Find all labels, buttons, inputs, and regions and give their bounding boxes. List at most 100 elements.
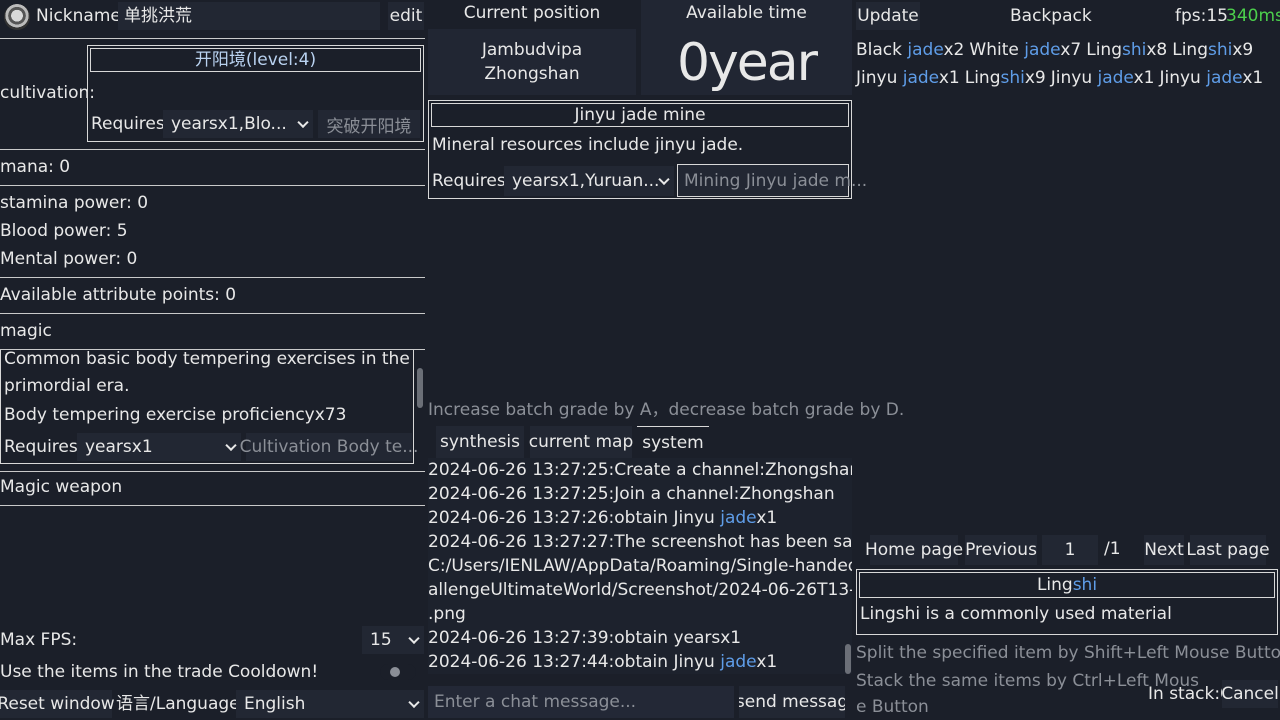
magic-description-line1: Common basic body tempering exercises in… [4,350,410,369]
log-text: 2024-06-26 13:27:39:obtain yearsx1 [428,628,742,648]
backpack-item-text: Ling [1086,40,1122,60]
backpack-item-text: White [969,40,1025,60]
backpack-item-highlight: jade [902,68,939,88]
home-page-button[interactable]: Home page [865,535,963,565]
backpack-item[interactable]: White jadex7 [969,40,1081,60]
log-line: 2024-06-26 13:27:26:obtain Jinyu jadex1 [428,506,852,530]
mining-button[interactable]: Mining Jinyu jade m... [677,164,867,197]
tab-synthesis[interactable]: synthesis [436,426,524,458]
magic-requires-value: yearsx1 [85,437,153,457]
position-box: Jambudvipa Zhongshan [428,29,636,95]
log-line: 2024-06-26 13:27:25:Join a channel:Zhong… [428,482,852,506]
available-time-value: 0year [676,33,818,93]
backpack-item-text: x1 [938,68,960,88]
previous-page-button[interactable]: Previous [965,535,1037,565]
language-select[interactable]: English [236,690,424,718]
backpack-item[interactable]: Jinyu jadex1 [1159,68,1263,88]
divider [0,505,425,506]
backpack-grid: Black jadex2 White jadex7 Lingshix8 Lingshi… [856,36,1276,92]
page-number-input[interactable]: 1 [1042,535,1098,565]
mine-description: Mineral resources include jinyu jade. [432,135,744,155]
backpack-item[interactable]: Lingshix9 [965,68,1046,88]
update-button[interactable]: Update [856,2,920,30]
backpack-item-text: Jinyu [856,68,903,88]
tab-system[interactable]: system [637,426,709,458]
edit-button[interactable]: edit [388,2,424,30]
mine-requires-select[interactable]: yearsx1,Yuruan... [504,166,674,196]
cultivation-requires-select[interactable]: yearsx1,Blo... [163,110,313,138]
backpack-item-highlight: shi [1208,40,1233,60]
current-position-label: Current position [463,3,601,23]
backpack-item[interactable]: Lingshix9 [1172,40,1253,60]
chevron-down-icon [225,439,237,452]
chat-input[interactable]: Enter a chat message... [428,686,734,718]
tab-current-map[interactable]: current map [529,426,633,458]
system-log[interactable]: 2024-06-26 13:27:25:Create a channel:Zho… [428,458,852,674]
backpack-item-text: Jinyu [1050,68,1098,88]
chevron-down-icon [408,632,420,645]
magic-description-line2: primordial era. [4,376,130,396]
max-fps-select[interactable]: 15 [362,626,424,654]
log-scrollbar[interactable] [845,644,851,674]
send-message-button[interactable]: send messag [739,686,845,718]
last-page-button[interactable]: Last page [1186,535,1270,565]
stamina-stat: stamina power: 0 [0,193,149,213]
realm-title: 开阳境(level:4) [90,48,421,72]
divider [0,149,425,150]
cultivation-requires-value: yearsx1,Blo... [171,114,287,134]
position-line2: Zhongshan [484,64,580,84]
backpack-title: Backpack [1010,6,1092,26]
backpack-item-text: Ling [964,68,1001,88]
next-page-button[interactable]: Next [1144,535,1184,565]
cancel-button[interactable]: Cancel [1221,680,1279,708]
nickname-field[interactable]: 单挑洪荒 [118,2,380,30]
trade-cooldown-label: Use the items in the trade Cooldown! [0,662,319,682]
backpack-item[interactable]: Black jadex2 [856,40,964,60]
blood-stat: Blood power: 5 [0,221,128,241]
backpack-item-text: Ling [1172,40,1208,60]
max-fps-label: Max FPS: [0,630,78,650]
magic-list[interactable]: Common basic body tempering exercises in… [0,350,425,465]
mine-title: Jinyu jade mine [431,103,849,127]
backpack-item-text: x1 [1242,68,1264,88]
magic-scrollbar[interactable] [417,368,423,408]
log-line: 2024-06-26 13:27:27:The screenshot has b… [428,530,852,554]
item-detail-title: Lingshi [859,572,1275,598]
cultivate-body-button[interactable]: Cultivation Body te... [240,433,418,461]
log-suffix: x1 [756,652,778,672]
mine-requires-value: yearsx1,Yuruan... [512,171,660,191]
divider [0,313,425,314]
magic-requires-select[interactable]: yearsx1 [77,433,241,461]
trade-cooldown-toggle[interactable] [380,664,416,680]
backpack-item-highlight: shi [1121,40,1147,60]
log-line: 2024-06-26 13:27:44:obtain Jinyu jadex1 [428,650,852,674]
log-line: .png [428,602,852,626]
language-value: English [244,694,306,714]
backpack-item[interactable]: Jinyu jadex1 [856,68,960,88]
item-name-part: Ling [1036,575,1073,595]
backpack-item-text: x7 [1060,40,1082,60]
position-line1: Jambudvipa [481,40,583,60]
backpack-item[interactable]: Lingshix8 [1086,40,1167,60]
magic-weapon-header: Magic weapon [0,477,123,497]
backpack-item-text: Black [856,40,908,60]
log-lines: 2024-06-26 13:27:25:Create a channel:Zho… [428,458,852,674]
reset-window-button[interactable]: Reset window [0,690,115,718]
magic-requires-label: Requires: [4,437,84,457]
log-text: 2024-06-26 13:27:44:obtain Jinyu [428,652,721,672]
breakthrough-button[interactable]: 突破开阳境 [318,110,420,138]
cultivation-requires-label: Requires: [91,114,171,134]
log-text: allengeUltimateWorld/Screenshot/2024-06-… [428,580,852,600]
divider [0,38,425,39]
latency-ms: 340ms [1226,6,1280,26]
avatar[interactable] [4,4,30,30]
log-text: 2024-06-26 13:27:27:The screenshot has b… [428,532,852,552]
backpack-item-text: x2 [943,40,965,60]
log-highlight: jade [720,652,757,672]
divider [0,471,425,472]
toggle-knob [390,667,400,677]
backpack-item-text: x9 [1232,40,1254,60]
backpack-item[interactable]: Jinyu jadex1 [1051,68,1155,88]
item-detail-description: Lingshi is a commonly used material [860,604,1172,624]
chevron-down-icon [297,116,309,129]
